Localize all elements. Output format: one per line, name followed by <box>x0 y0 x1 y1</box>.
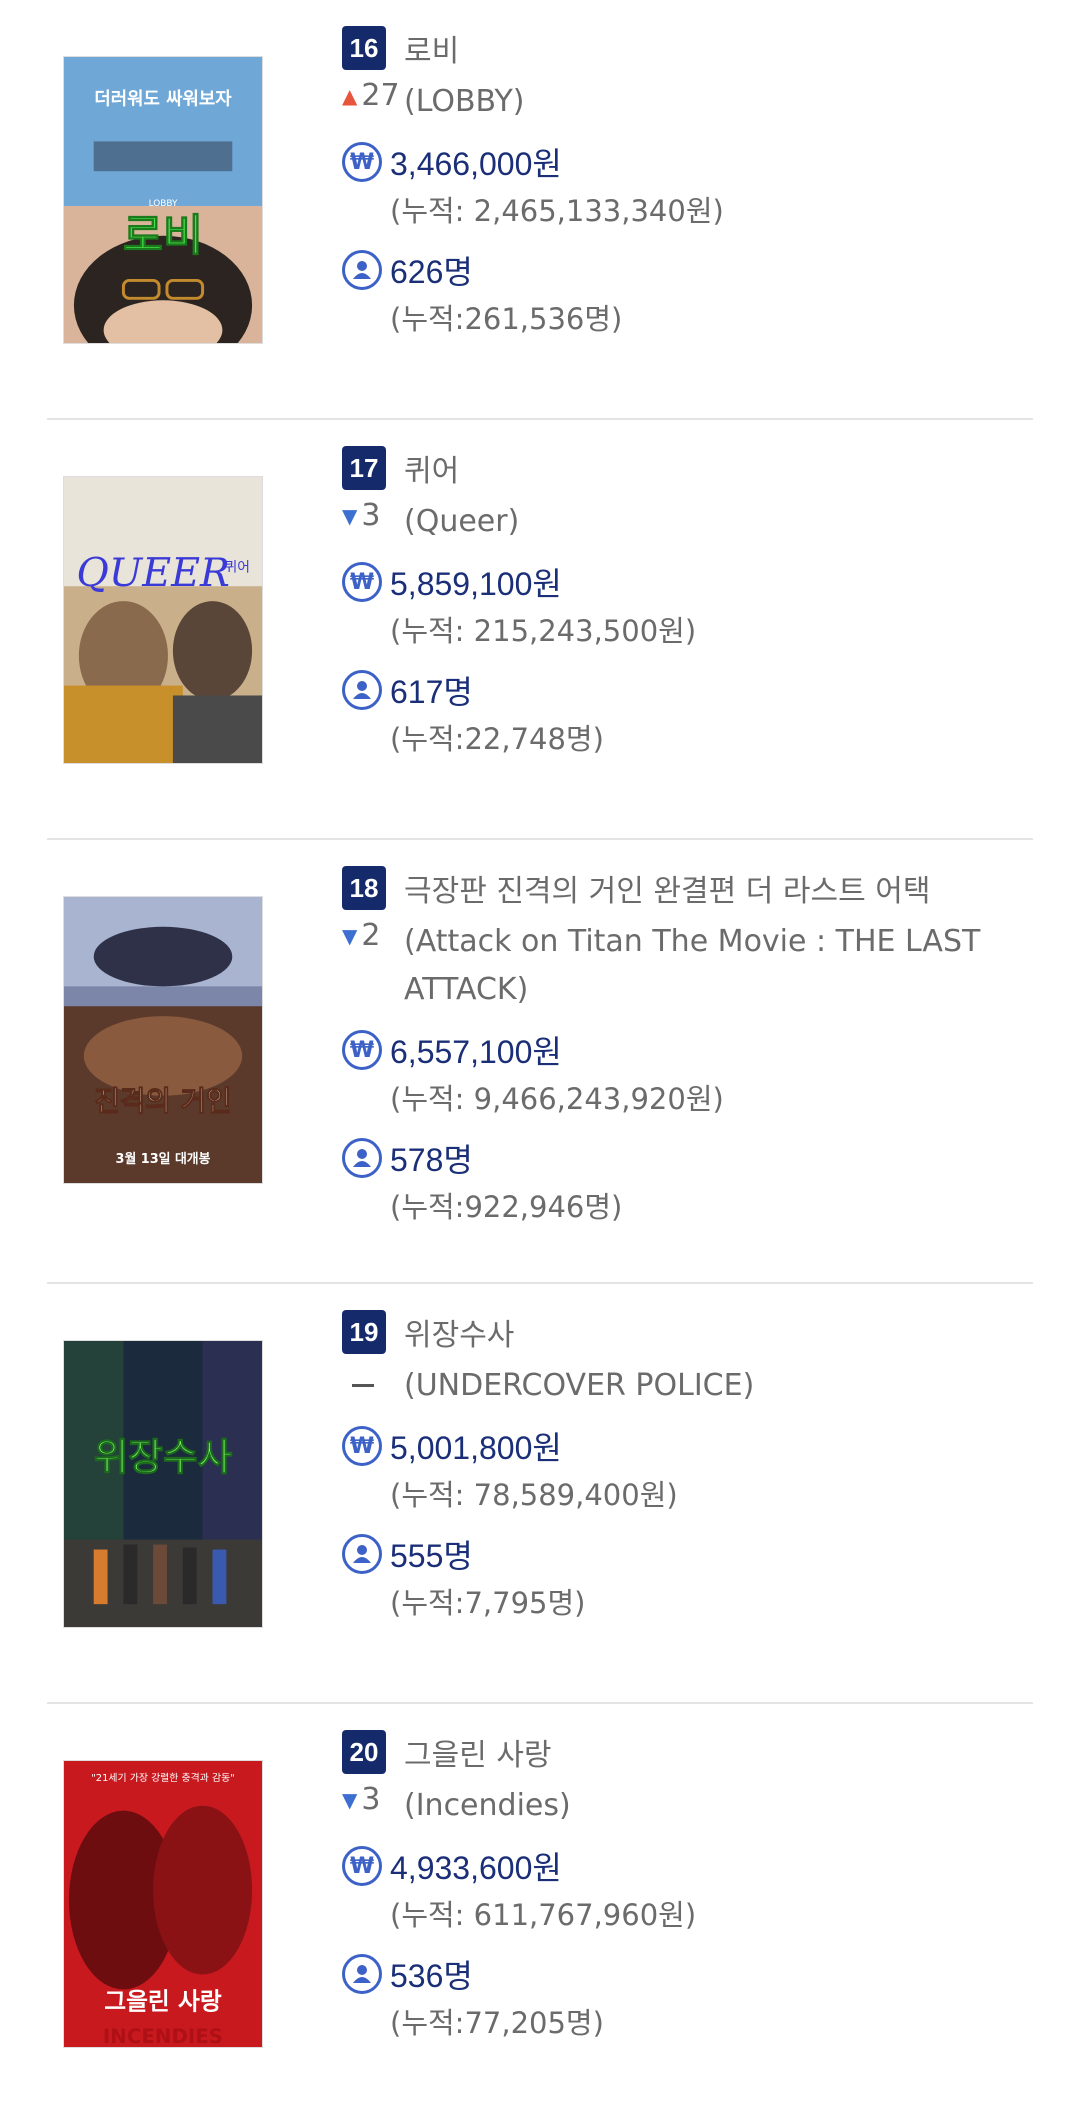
rank-change: ▲ 27 <box>342 78 404 113</box>
sales-cumulative: (누적: 78,589,400원) <box>390 1478 678 1512</box>
movie-entry[interactable]: QUEER 퀴어 17 퀴어 ▼ 3 (Queer) ₩ 5,859,100원 … <box>47 420 1033 840</box>
movie-title[interactable]: 로비 <box>404 26 459 70</box>
audience-value: 578명 <box>390 1142 473 1178</box>
rank-change: ▼ 3 <box>342 1782 404 1817</box>
attack-on-titan-poster-image[interactable]: 진격의 거인 3월 13일 대개봉 <box>63 896 263 1184</box>
won-icon: ₩ <box>342 1030 382 1070</box>
sales-row: ₩ 5,001,800원 <box>342 1422 1032 1470</box>
rank-change <box>342 1362 404 1387</box>
rank-change-value: 3 <box>361 1782 381 1817</box>
no-change-icon <box>352 1384 374 1387</box>
sales-row: ₩ 5,859,100원 <box>342 558 1032 606</box>
won-icon: ₩ <box>342 142 382 182</box>
sales-value: 3,466,000원 <box>390 146 562 182</box>
audience-row: 626명 <box>342 246 1032 294</box>
won-icon: ₩ <box>342 562 382 602</box>
rank-badge: 17 <box>342 446 386 490</box>
poster-text: 더러워도 싸워보자 <box>94 88 232 110</box>
movie-entry[interactable]: 진격의 거인 3월 13일 대개봉 18 극장판 진격의 거인 완결편 더 라스… <box>47 840 1033 1284</box>
movie-title[interactable]: 그을린 사랑 <box>404 1730 552 1774</box>
movie-entry[interactable]: 위장수사 19 위장수사 (UNDERCOVER POLICE) ₩ 5,001… <box>47 1284 1033 1704</box>
movie-title[interactable]: 위장수사 <box>404 1310 514 1354</box>
poster-text: INCENDIES <box>103 2025 223 2047</box>
rank-change-value: 3 <box>361 498 381 533</box>
arrow-down-icon: ▼ <box>342 923 358 948</box>
rank-badge: 19 <box>342 1310 386 1354</box>
won-icon: ₩ <box>342 1426 382 1466</box>
sales-row: ₩ 4,933,600원 <box>342 1842 1032 1890</box>
movie-english-title: (LOBBY) <box>404 84 525 119</box>
movie-info: 18 극장판 진격의 거인 완결편 더 라스트 어택 ▼ 2 (Attack o… <box>342 864 1032 1230</box>
movie-title[interactable]: 퀴어 <box>404 446 459 490</box>
poster-text: 위장수사 <box>94 1435 233 1479</box>
poster-text: 퀴어 <box>225 559 250 575</box>
incendies-poster-image[interactable]: "21세기 가장 강렬한 충격과 감동" 그을린 사랑 INCENDIES <box>63 1760 263 2048</box>
arrow-down-icon: ▼ <box>342 1787 358 1812</box>
movie-title[interactable]: 극장판 진격의 거인 완결편 더 라스트 어택 <box>404 866 930 910</box>
sales-value: 5,001,800원 <box>390 1430 562 1466</box>
audience-row: 555명 <box>342 1530 1032 1578</box>
audience-cumulative: (누적:261,536명) <box>390 302 623 336</box>
rank-change: ▼ 2 <box>342 918 404 953</box>
audience-row: 536명 <box>342 1950 1032 1998</box>
audience-row: 617명 <box>342 666 1032 714</box>
movie-info: 16 로비 ▲ 27 (LOBBY) ₩ 3,466,000원 (누적: 2,4… <box>342 24 1032 342</box>
sales-cumulative: (누적: 2,465,133,340원) <box>390 194 724 228</box>
person-icon <box>342 1138 382 1178</box>
sales-value: 4,933,600원 <box>390 1850 562 1886</box>
movie-entry[interactable]: "21세기 가장 강렬한 충격과 감동" 그을린 사랑 INCENDIES 20… <box>47 1704 1033 2124</box>
poster-text: 3월 13일 대개봉 <box>116 1151 211 1167</box>
sales-value: 5,859,100원 <box>390 566 562 602</box>
audience-row: 578명 <box>342 1134 1032 1182</box>
movie-english-title: (Attack on Titan The Movie : THE LAST AT… <box>404 924 981 1007</box>
audience-cumulative: (누적:22,748명) <box>390 722 604 756</box>
audience-cumulative: (누적:922,946명) <box>390 1190 623 1224</box>
person-icon <box>342 250 382 290</box>
sales-row: ₩ 3,466,000원 <box>342 138 1032 186</box>
rank-change: ▼ 3 <box>342 498 404 533</box>
person-icon <box>342 1954 382 1994</box>
movie-entry[interactable]: 더러워도 싸워보자 LOBBY 로비 16 로비 ▲ 27 (LOBBY) ₩ <box>47 0 1033 420</box>
poster-text: LOBBY <box>149 199 178 209</box>
movie-english-title: (Queer) <box>404 504 520 539</box>
sales-cumulative: (누적: 215,243,500원) <box>390 614 697 648</box>
rank-change-value: 2 <box>361 918 381 953</box>
movie-english-title: (Incendies) <box>404 1788 571 1823</box>
sales-cumulative: (누적: 611,767,960원) <box>390 1898 697 1932</box>
arrow-up-icon: ▲ <box>342 83 358 108</box>
rank-badge: 18 <box>342 866 386 910</box>
poster-text: 진격의 거인 <box>94 1084 231 1117</box>
lobby-poster-image[interactable]: 더러워도 싸워보자 LOBBY 로비 <box>63 56 263 344</box>
movie-info: 17 퀴어 ▼ 3 (Queer) ₩ 5,859,100원 (누적: 215,… <box>342 444 1032 762</box>
queer-poster-image[interactable]: QUEER 퀴어 <box>63 476 263 764</box>
box-office-list: 더러워도 싸워보자 LOBBY 로비 16 로비 ▲ 27 (LOBBY) ₩ <box>47 0 1033 2124</box>
undercover-police-poster-image[interactable]: 위장수사 <box>63 1340 263 1628</box>
rank-change-value: 27 <box>361 78 400 113</box>
audience-value: 555명 <box>390 1538 473 1574</box>
person-icon <box>342 1534 382 1574</box>
person-icon <box>342 670 382 710</box>
movie-info: 19 위장수사 (UNDERCOVER POLICE) ₩ 5,001,800원… <box>342 1308 1032 1626</box>
poster-text: 로비 <box>123 212 203 262</box>
audience-value: 617명 <box>390 674 473 710</box>
poster-text: "21세기 가장 강렬한 충격과 감동" <box>91 1771 234 1784</box>
audience-value: 626명 <box>390 254 473 290</box>
audience-cumulative: (누적:77,205명) <box>390 2006 604 2040</box>
rank-badge: 20 <box>342 1730 386 1774</box>
sales-value: 6,557,100원 <box>390 1034 562 1070</box>
audience-cumulative: (누적:7,795명) <box>390 1586 586 1620</box>
won-icon: ₩ <box>342 1846 382 1886</box>
arrow-down-icon: ▼ <box>342 503 358 528</box>
poster-text: QUEER <box>76 550 229 596</box>
movie-info: 20 그을린 사랑 ▼ 3 (Incendies) ₩ 4,933,600원 (… <box>342 1728 1032 2046</box>
sales-cumulative: (누적: 9,466,243,920원) <box>390 1082 724 1116</box>
poster-text: 그을린 사랑 <box>104 1987 222 2015</box>
sales-row: ₩ 6,557,100원 <box>342 1026 1032 1074</box>
rank-badge: 16 <box>342 26 386 70</box>
movie-english-title: (UNDERCOVER POLICE) <box>404 1368 755 1403</box>
audience-value: 536명 <box>390 1958 473 1994</box>
